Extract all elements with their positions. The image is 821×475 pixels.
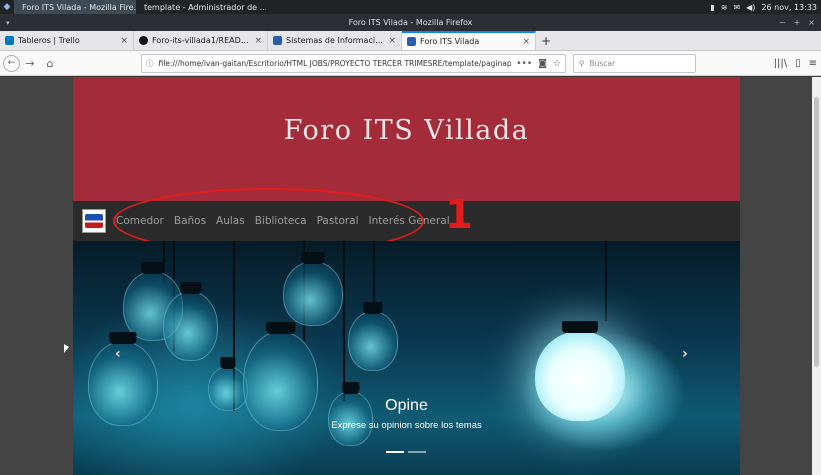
info-icon[interactable]: ⓘ (146, 58, 154, 69)
close-tab-icon[interactable]: × (522, 37, 530, 47)
wifi-icon[interactable]: ≋ (721, 3, 728, 12)
trello-icon (5, 36, 14, 45)
site-header: Foro ITS Villada (73, 77, 740, 201)
system-tray: ▮ ≋ ✉ ◀) 26 nov, 13:33 (710, 3, 821, 12)
carousel-indicator[interactable] (408, 451, 426, 453)
tab-label: Foro-its-villada1/README-1.n (152, 36, 250, 45)
tab-label: Tableros | Trello (18, 36, 80, 45)
nav-link-pastoral[interactable]: Pastoral (317, 215, 359, 227)
close-tab-icon[interactable]: × (388, 36, 396, 46)
search-input[interactable]: ⚲ Buscar (573, 54, 696, 73)
new-tab-button[interactable]: + (536, 31, 556, 50)
carousel-prev-button[interactable]: ‹ (115, 346, 121, 362)
home-button[interactable]: ⌂ (40, 53, 60, 73)
site-navbar: Comedor Baños Aulas Biblioteca Pastoral … (73, 188, 740, 254)
carousel: ‹ › Opine Exprese su opinion sobre los t… (73, 241, 740, 475)
sidebar-icon[interactable]: ▯ (795, 58, 801, 69)
github-icon (139, 36, 148, 45)
scrollbar-thumb[interactable] (814, 97, 819, 367)
carousel-caption-title: Opine (385, 397, 428, 414)
carousel-caption-text: Exprese su opinion sobre los temas (331, 420, 482, 431)
page-viewport: Foro ITS Villada Comedor Baños Aulas Bib… (0, 77, 812, 475)
carousel-caption: Opine Exprese su opinion sobre los temas (73, 397, 740, 431)
window-titlebar: ▾ Foro ITS Vilada - Mozilla Firefox − + … (0, 14, 821, 31)
navigation-toolbar: ← → ⌂ ⓘ file:///home/ivan-gaitan/Escrito… (0, 51, 821, 76)
tab-foro[interactable]: Foro ITS Vilada × (402, 31, 536, 50)
pocket-icon[interactable]: ◙ (538, 59, 547, 69)
tab-label: Sistemas de Información 20 (286, 36, 385, 45)
nav-link-aulas[interactable]: Aulas (216, 215, 245, 227)
mail-icon[interactable]: ✉ (733, 3, 740, 12)
tab-trello[interactable]: Tableros | Trello × (0, 31, 134, 50)
url-text[interactable]: file:///home/ivan-gaitan/Escritorio/HTML… (159, 59, 512, 68)
bookmark-star-icon[interactable]: ☆ (553, 59, 561, 69)
site-container: Foro ITS Villada Comedor Baños Aulas Bib… (73, 77, 740, 475)
tab-strip: Tableros | Trello × Foro-its-villada1/RE… (0, 31, 821, 51)
app-menu-icon[interactable]: ◆ (0, 0, 14, 14)
taskbar-item-label: template - Administrador de ... (144, 2, 266, 12)
close-window-button[interactable]: × (808, 18, 815, 27)
carousel-next-button[interactable]: › (682, 346, 688, 362)
page-actions-icon[interactable]: ••• (516, 59, 532, 69)
tab-label: Foro ITS Vilada (420, 37, 480, 46)
carousel-indicator[interactable] (386, 451, 404, 453)
carousel-indicators (386, 451, 426, 453)
nav-link-interes-general[interactable]: Interés General (369, 215, 450, 227)
window-title: Foro ITS Vilada - Mozilla Firefox (348, 18, 473, 27)
annotation-number: 1 (445, 192, 473, 238)
site-icon (273, 36, 282, 45)
taskbar-item-file-manager[interactable]: template - Administrador de ... (136, 0, 266, 14)
mouse-cursor (64, 344, 69, 353)
close-tab-icon[interactable]: × (254, 36, 262, 46)
taskbar-item-firefox[interactable]: Foro ITS Vilada - Mozilla Fire... (14, 0, 136, 14)
forward-button[interactable]: → (20, 53, 40, 73)
taskbar-item-label: Foro ITS Vilada - Mozilla Fire... (22, 2, 136, 12)
url-bar[interactable]: ⓘ file:///home/ivan-gaitan/Escritorio/HT… (141, 54, 566, 73)
close-tab-icon[interactable]: × (120, 36, 128, 46)
hamburger-menu-icon[interactable]: ≡ (809, 58, 817, 69)
site-icon (407, 37, 416, 46)
nav-link-biblioteca[interactable]: Biblioteca (255, 215, 307, 227)
nav-link-banos[interactable]: Baños (174, 215, 206, 227)
clock[interactable]: 26 nov, 13:33 (761, 3, 817, 12)
nav-link-comedor[interactable]: Comedor (116, 215, 164, 227)
tab-sistemas[interactable]: Sistemas de Información 20 × (268, 31, 402, 50)
light-bulb (283, 252, 343, 326)
its-logo[interactable] (82, 209, 106, 233)
window-menu-icon[interactable]: ▾ (6, 19, 10, 27)
volume-icon[interactable]: ◀) (746, 3, 755, 12)
light-bulb (348, 302, 398, 371)
search-icon: ⚲ (579, 59, 585, 68)
os-top-panel: ◆ Foro ITS Vilada - Mozilla Fire... temp… (0, 0, 821, 14)
bulb-wire (373, 241, 375, 311)
bulb-wire (343, 241, 345, 401)
minimize-button[interactable]: − (779, 18, 786, 27)
page-scrollbar[interactable] (812, 77, 821, 475)
search-placeholder: Buscar (589, 59, 616, 68)
tab-github[interactable]: Foro-its-villada1/README-1.n × (134, 31, 268, 50)
bulb-wire (605, 241, 607, 321)
back-button[interactable]: ← (3, 54, 20, 72)
library-icon[interactable]: |||\ (774, 58, 787, 69)
maximize-button[interactable]: + (794, 18, 801, 27)
site-title: Foro ITS Villada (283, 114, 530, 146)
light-bulb (163, 282, 218, 361)
battery-icon[interactable]: ▮ (710, 3, 714, 12)
